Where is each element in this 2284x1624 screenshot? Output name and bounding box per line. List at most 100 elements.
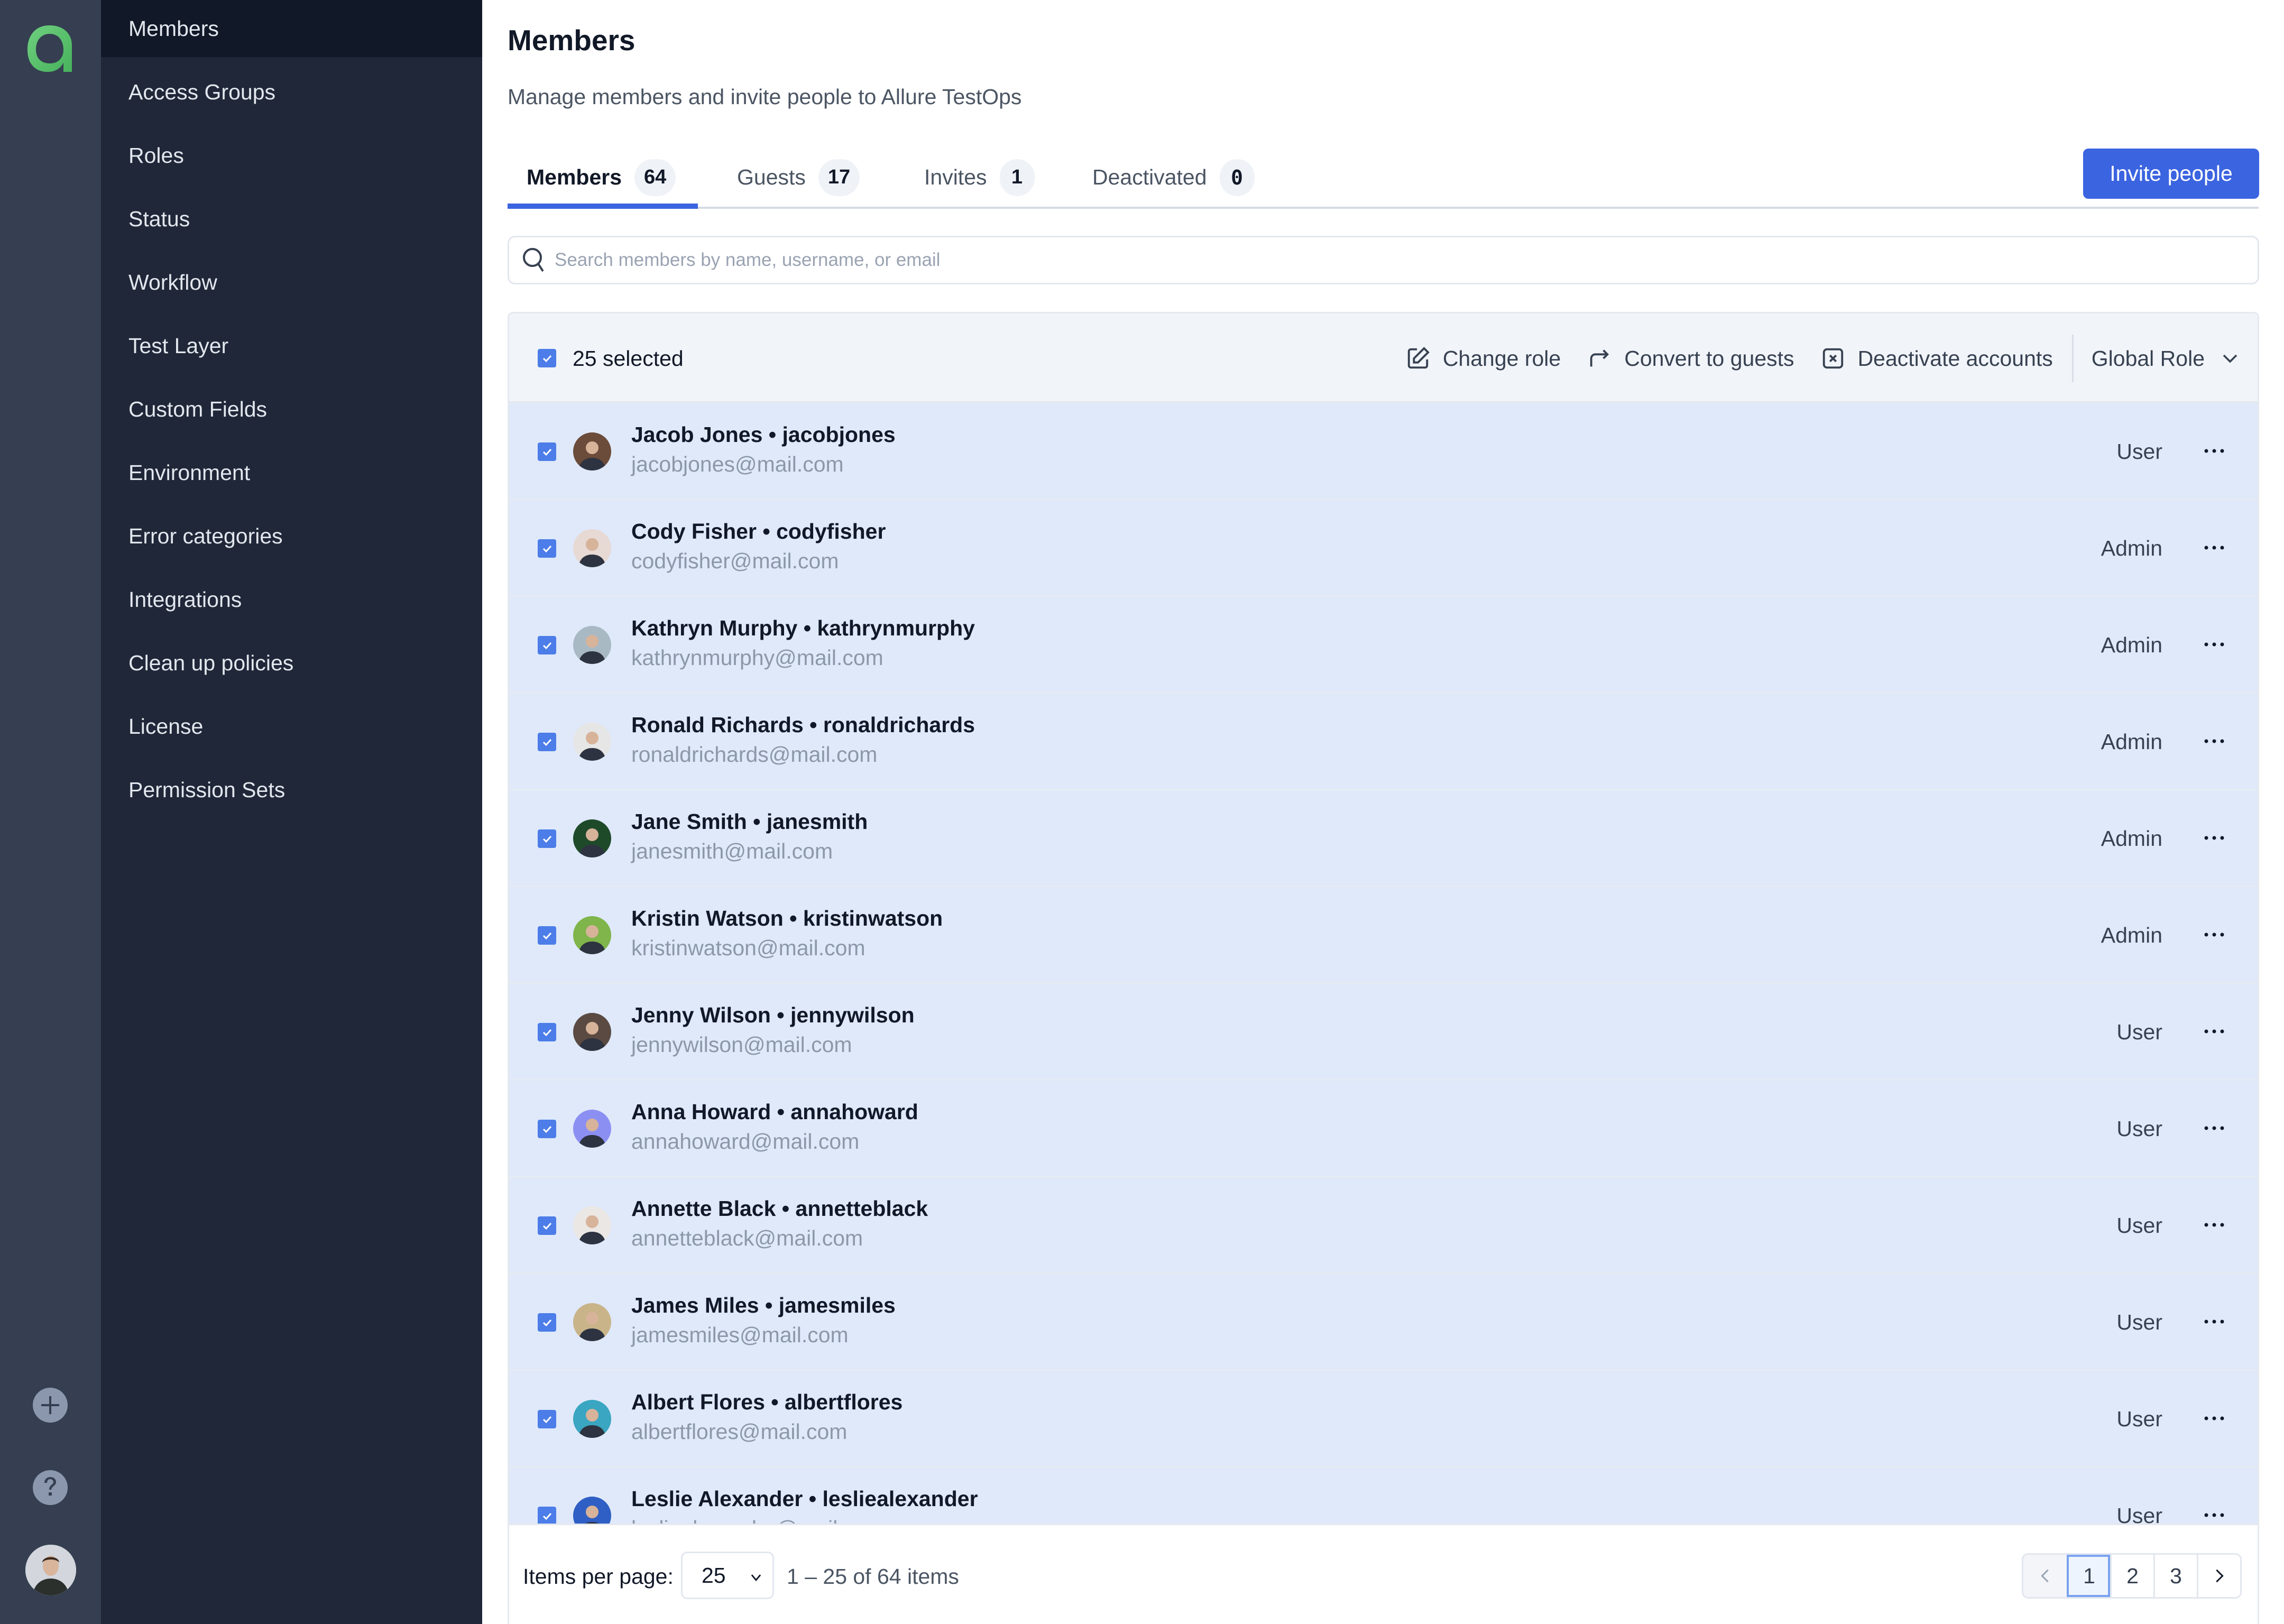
- more-options-icon[interactable]: [2198, 1112, 2230, 1144]
- members-list: Jacob Jones • jacobjones jacobjones@mail.…: [509, 403, 2258, 1564]
- row-checkbox[interactable]: [538, 636, 556, 654]
- member-role[interactable]: Admin: [2101, 536, 2162, 561]
- sidebar-item-custom-fields[interactable]: Custom Fields: [101, 381, 482, 438]
- more-options-icon[interactable]: [2198, 1402, 2230, 1434]
- member-row[interactable]: James Miles • jamesmiles jamesmiles@mail.…: [509, 1274, 2258, 1371]
- sidebar-item-label: Workflow: [128, 270, 217, 294]
- sidebar-item-members[interactable]: Members: [101, 0, 482, 57]
- member-row[interactable]: Jenny Wilson • jennywilson jennywilson@ma…: [509, 984, 2258, 1081]
- member-row[interactable]: Anna Howard • annahoward annahoward@mail.…: [509, 1081, 2258, 1177]
- member-row[interactable]: Jane Smith • janesmith janesmith@mail.com…: [509, 790, 2258, 887]
- sidebar-item-error-categories[interactable]: Error categories: [101, 508, 482, 565]
- page-button-1[interactable]: 1: [2067, 1555, 2110, 1597]
- member-role[interactable]: Admin: [2101, 730, 2162, 754]
- sidebar-item-environment[interactable]: Environment: [101, 444, 482, 501]
- prev-page-button[interactable]: [2023, 1555, 2067, 1597]
- member-role[interactable]: User: [2116, 1116, 2162, 1141]
- more-options-icon[interactable]: [2198, 919, 2230, 951]
- more-options-icon[interactable]: [2198, 1016, 2230, 1047]
- sidebar-item-roles[interactable]: Roles: [101, 127, 482, 184]
- tab-guests[interactable]: Guests 17: [718, 148, 860, 207]
- member-row[interactable]: Ronald Richards • ronaldrichards ronaldri…: [509, 694, 2258, 790]
- member-role[interactable]: User: [2116, 439, 2162, 464]
- member-email: kathrynmurphy@mail.com: [631, 645, 883, 670]
- items-per-page-label: Items per page:: [523, 1564, 674, 1589]
- row-checkbox[interactable]: [538, 1216, 556, 1235]
- more-options-icon[interactable]: [2198, 532, 2230, 564]
- sidebar-item-permission-sets[interactable]: Permission Sets: [101, 761, 482, 818]
- global-role-label: Global Role: [2091, 346, 2205, 371]
- search-input[interactable]: [555, 250, 2141, 271]
- change-role-button[interactable]: Change role: [1406, 346, 1561, 371]
- select-all-checkbox[interactable]: [538, 349, 556, 367]
- user-avatar[interactable]: [25, 1545, 76, 1595]
- member-role[interactable]: Admin: [2101, 826, 2162, 851]
- help-icon[interactable]: [33, 1470, 68, 1505]
- global-role-dropdown[interactable]: Global Role: [2092, 346, 2239, 371]
- members-table: 25 selected Change role Convert to guest…: [508, 312, 2259, 1624]
- sidebar-item-integrations[interactable]: Integrations: [101, 571, 482, 628]
- row-checkbox[interactable]: [538, 1023, 556, 1041]
- member-role[interactable]: User: [2116, 1213, 2162, 1238]
- row-checkbox[interactable]: [538, 829, 556, 848]
- member-name: Anna Howard • annahoward: [631, 1100, 918, 1124]
- invite-people-button[interactable]: Invite people: [2083, 149, 2259, 199]
- avatar: [573, 1400, 611, 1438]
- more-options-icon[interactable]: [2198, 1209, 2230, 1241]
- deactivate-accounts-label: Deactivate accounts: [1857, 346, 2053, 371]
- page-button-2[interactable]: 2: [2110, 1555, 2153, 1597]
- tab-members[interactable]: Members 64: [508, 148, 698, 209]
- row-checkbox[interactable]: [538, 1410, 556, 1428]
- row-checkbox[interactable]: [538, 442, 556, 461]
- member-name: Leslie Alexander • lesliealexander: [631, 1487, 978, 1511]
- sidebar-item-label: Test Layer: [128, 333, 229, 358]
- row-checkbox[interactable]: [538, 1120, 556, 1138]
- tab-deactivated[interactable]: Deactivated 0: [1073, 148, 1255, 207]
- member-row[interactable]: Kathryn Murphy • kathrynmurphy kathrynmur…: [509, 597, 2258, 694]
- close-box-icon: [1822, 348, 1843, 369]
- member-name: Cody Fisher • codyfisher: [631, 519, 886, 543]
- allure-logo-icon[interactable]: [24, 22, 75, 75]
- member-role[interactable]: Admin: [2101, 633, 2162, 658]
- member-row[interactable]: Kristin Watson • kristinwatson kristinwat…: [509, 887, 2258, 984]
- row-checkbox[interactable]: [538, 1507, 556, 1525]
- sidebar-item-clean-up-policies[interactable]: Clean up policies: [101, 634, 482, 691]
- sidebar-item-access-groups[interactable]: Access Groups: [101, 63, 482, 121]
- more-options-icon[interactable]: [2198, 822, 2230, 854]
- member-row[interactable]: Cody Fisher • codyfisher codyfisher@mail.…: [509, 500, 2258, 597]
- row-checkbox[interactable]: [538, 733, 556, 751]
- member-role[interactable]: User: [2116, 1407, 2162, 1432]
- chevron-left-icon: [2041, 1569, 2049, 1583]
- tab-label: Deactivated: [1092, 165, 1207, 189]
- sidebar-item-workflow[interactable]: Workflow: [101, 254, 482, 311]
- sidebar-item-test-layer[interactable]: Test Layer: [101, 317, 482, 374]
- row-checkbox[interactable]: [538, 539, 556, 558]
- member-email: janesmith@mail.com: [631, 839, 833, 863]
- row-checkbox[interactable]: [538, 1313, 556, 1332]
- page-button-3[interactable]: 3: [2153, 1555, 2197, 1597]
- sidebar-item-label: Integrations: [128, 587, 242, 612]
- sidebar-item-license[interactable]: License: [101, 698, 482, 755]
- more-options-icon[interactable]: [2198, 629, 2230, 660]
- row-checkbox[interactable]: [538, 926, 556, 945]
- tab-invites[interactable]: Invites 1: [905, 148, 1035, 207]
- next-page-button[interactable]: [2197, 1555, 2240, 1597]
- more-options-icon[interactable]: [2198, 435, 2230, 467]
- items-per-page-select[interactable]: 25: [681, 1552, 774, 1599]
- convert-to-guests-label: Convert to guests: [1624, 346, 1794, 371]
- member-name: Jenny Wilson • jennywilson: [631, 1003, 915, 1027]
- member-role[interactable]: User: [2116, 1310, 2162, 1335]
- add-icon[interactable]: [33, 1388, 68, 1423]
- member-row[interactable]: Albert Flores • albertflores albertflores…: [509, 1371, 2258, 1468]
- tab-label: Invites: [924, 165, 987, 189]
- member-role[interactable]: Admin: [2101, 923, 2162, 948]
- deactivate-accounts-button[interactable]: Deactivate accounts: [1821, 346, 2053, 371]
- member-row[interactable]: Jacob Jones • jacobjones jacobjones@mail.…: [509, 403, 2258, 500]
- convert-to-guests-button[interactable]: Convert to guests: [1587, 346, 1794, 371]
- sidebar-item-status[interactable]: Status: [101, 190, 482, 247]
- member-name: Kristin Watson • kristinwatson: [631, 906, 943, 930]
- member-row[interactable]: Annette Black • annetteblack annetteblack…: [509, 1177, 2258, 1274]
- more-options-icon[interactable]: [2198, 725, 2230, 757]
- member-role[interactable]: User: [2116, 1020, 2162, 1045]
- more-options-icon[interactable]: [2198, 1306, 2230, 1337]
